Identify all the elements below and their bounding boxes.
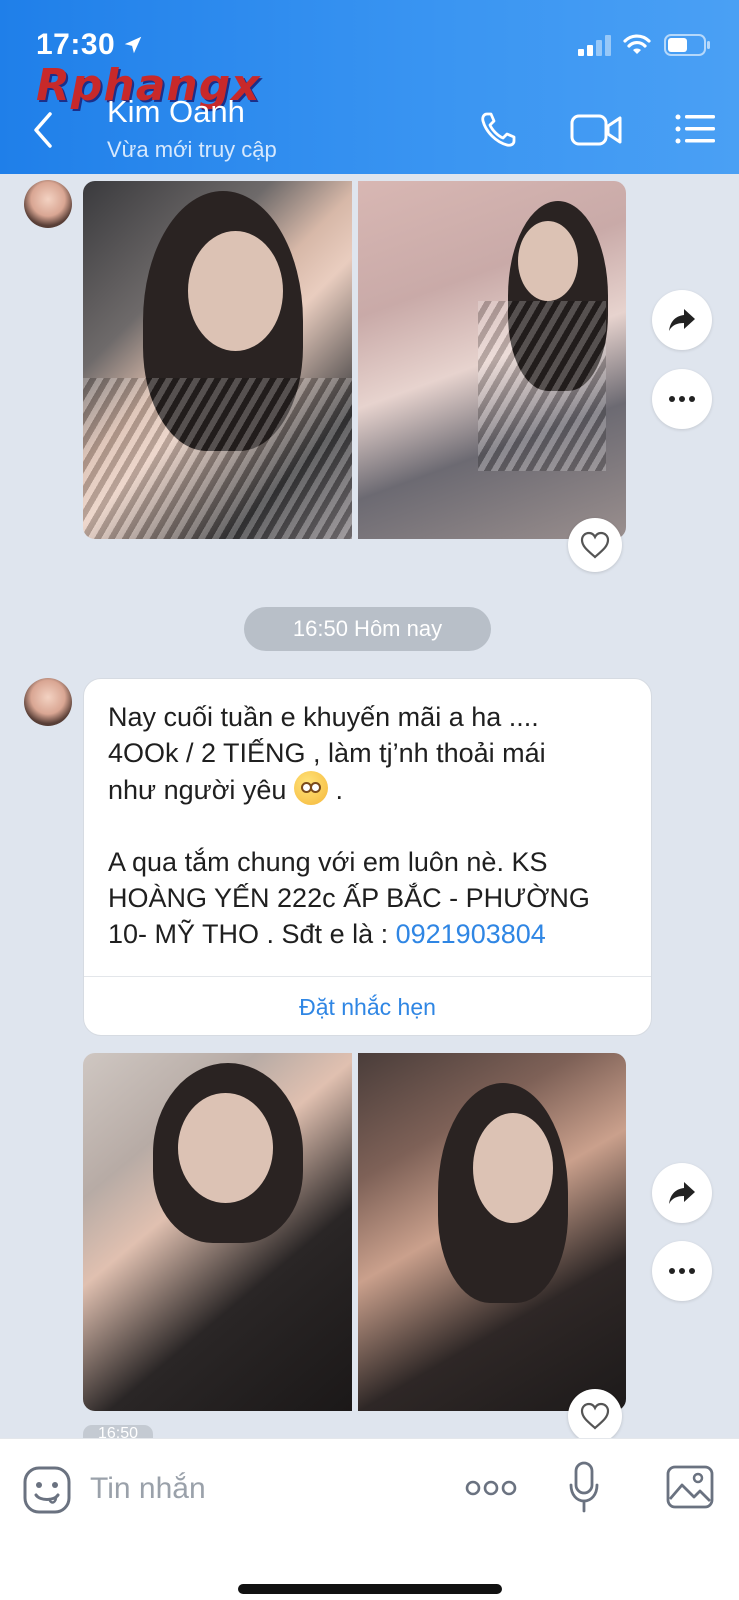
chat-photo[interactable] (83, 1053, 352, 1411)
photo-face (178, 1093, 273, 1203)
photo-group[interactable] (83, 1053, 626, 1411)
heart-icon (580, 1402, 610, 1430)
ellipsis-icon (669, 1268, 695, 1274)
contact-avatar[interactable] (24, 180, 72, 228)
react-heart-button[interactable] (568, 518, 622, 572)
microphone-icon[interactable] (568, 1461, 600, 1513)
chat-photo[interactable] (357, 1053, 626, 1411)
sticker-emoji-icon[interactable] (22, 1465, 72, 1515)
forward-button[interactable] (652, 290, 712, 350)
heart-icon (580, 531, 610, 559)
back-chevron-icon[interactable] (30, 110, 56, 150)
more-options-button[interactable] (652, 369, 712, 429)
photo-stripes (477, 301, 606, 471)
react-heart-button[interactable] (568, 1389, 622, 1443)
contact-status: Vừa mới truy cập (107, 137, 277, 162)
message-text: Nay cuối tuần e khuyến mãi a ha .... 4OO… (108, 699, 638, 952)
forward-button[interactable] (652, 1163, 712, 1223)
ellipsis-icon (669, 396, 695, 402)
message-bubble[interactable]: Nay cuối tuần e khuyến mãi a ha .... 4OO… (83, 678, 652, 1036)
forward-arrow-icon (669, 309, 695, 331)
message-text-emoji-tail: . (327, 775, 343, 805)
time-divider: 16:50 Hôm nay (244, 607, 491, 651)
battery-icon (664, 34, 710, 56)
set-reminder-button[interactable]: Đặt nhắc hẹn (84, 977, 651, 1037)
photo-stripes (83, 377, 352, 539)
message-composer (0, 1438, 739, 1600)
chat-photo[interactable] (357, 181, 626, 539)
more-actions-icon[interactable] (465, 1477, 517, 1499)
video-call-icon[interactable] (570, 112, 622, 148)
chat-photo[interactable] (83, 181, 352, 539)
photo-face (517, 221, 578, 301)
message-input[interactable] (90, 1461, 430, 1517)
photo-face (472, 1113, 553, 1223)
forward-arrow-icon (669, 1182, 695, 1204)
more-options-button[interactable] (652, 1241, 712, 1301)
menu-list-icon[interactable] (674, 112, 716, 146)
photo-group[interactable] (83, 181, 626, 539)
location-arrow-icon (124, 36, 142, 54)
home-indicator (238, 1584, 502, 1594)
phone-number-link[interactable]: 0921903804 (396, 919, 546, 949)
smiling-face-emoji-icon (293, 771, 328, 805)
chat-header: 17:30 Rphangx Kim Oanh Vừa mới truy cập (0, 0, 739, 174)
contact-avatar[interactable] (24, 678, 72, 726)
status-time: 17:30 (36, 28, 116, 61)
contact-name[interactable]: Kim Oanh (107, 94, 245, 130)
wifi-icon (623, 34, 651, 54)
phone-call-icon[interactable] (478, 110, 518, 150)
image-gallery-icon[interactable] (666, 1465, 714, 1509)
photo-face (188, 231, 283, 351)
signal-icon (578, 35, 611, 56)
